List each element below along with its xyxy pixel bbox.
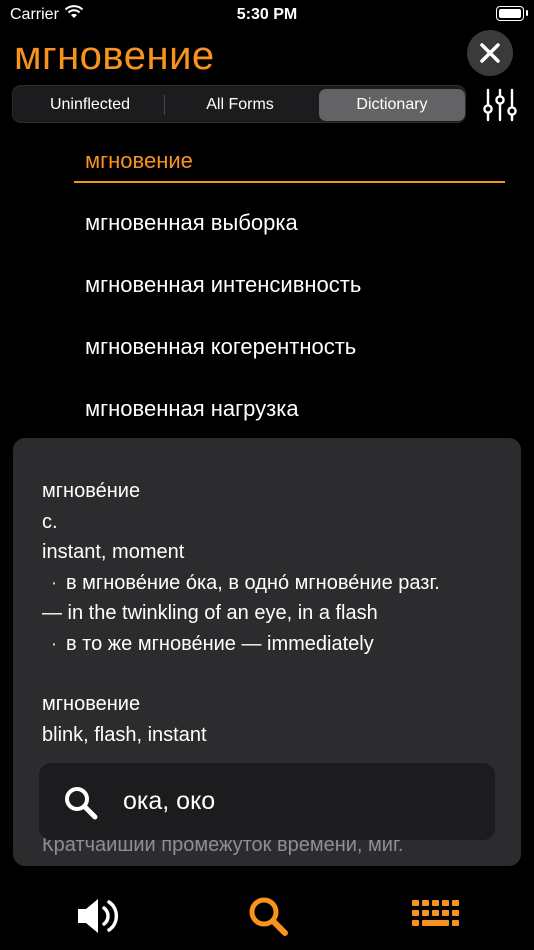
search-icon [65,787,98,820]
close-button[interactable] [467,30,513,76]
segment-dictionary[interactable]: Dictionary [319,89,465,121]
segment-uninflected[interactable]: Uninflected [16,89,164,121]
view-mode-segmented-control: Uninflected All Forms Dictionary [12,85,466,123]
bullet-icon: · [50,632,58,655]
status-time: 5:30 PM [236,6,298,23]
search-field[interactable]: ока, око [39,763,495,840]
entry-headword: мгновение [42,693,141,715]
search-icon [249,897,288,936]
entry-part-of-speech: с. [42,510,58,533]
filters-button[interactable] [482,88,518,122]
speaker-icon [78,899,119,933]
list-item[interactable]: мгновенная когерентность [85,334,356,360]
entry-example: · в мгнове́ние о́ка, в одно́ мгнове́ние р… [42,568,501,599]
page-title: мгновение [14,34,215,78]
entry-example: · в то же мгнове́ние — immediately [42,629,501,660]
search-query[interactable]: ока, око [123,787,215,816]
list-item[interactable]: мгновенная интенсивность [85,272,361,298]
speak-button[interactable] [74,894,122,938]
list-item[interactable]: мгновенная выборка [85,210,298,236]
list-item[interactable]: мгновение [85,148,193,174]
close-icon [480,43,500,63]
entry-translation: instant, moment [42,541,185,563]
entry-headword: мгнове́ние [42,480,141,502]
list-item[interactable]: мгновенная нагрузка [85,396,299,422]
sliders-icon [483,88,517,122]
battery-icon [496,6,528,21]
status-bar: Carrier 5:30 PM [0,0,534,30]
entry-translation: blink, flash, instant [42,723,207,746]
search-tab-button[interactable] [245,894,293,938]
keyboard-button[interactable] [410,894,459,938]
entry-example-translation: — in the twinkling of an eye, in a flash [42,602,378,624]
segment-all-forms[interactable]: All Forms [164,89,316,121]
bullet-icon: · [50,571,58,594]
keyboard-icon [412,900,459,926]
tab-bar [0,880,534,950]
selected-item-underline [74,181,505,183]
